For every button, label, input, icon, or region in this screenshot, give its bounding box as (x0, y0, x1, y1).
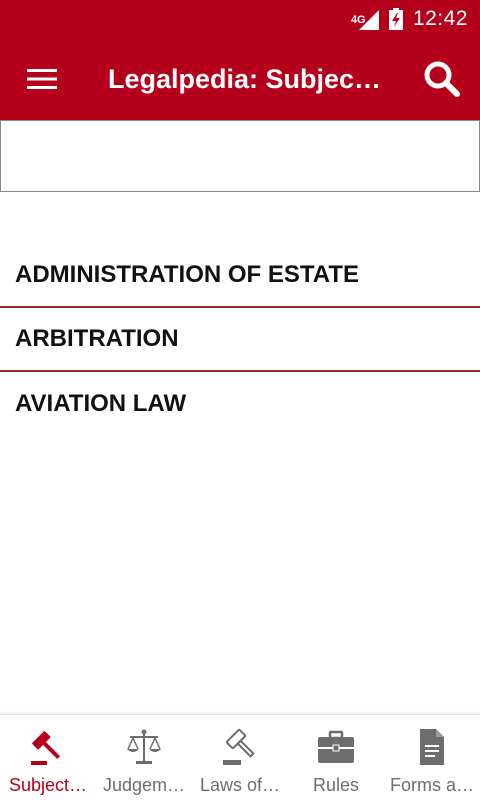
tab-rules[interactable]: Rules (288, 715, 384, 800)
tab-label: Laws of… (199, 775, 281, 795)
scales-icon (124, 727, 164, 767)
tab-label: Rules (312, 775, 360, 795)
menu-button[interactable] (14, 58, 70, 100)
tab-judgements[interactable]: Judgem… (96, 715, 192, 800)
tab-label: Subject… (8, 775, 88, 795)
search-input[interactable] (1, 121, 479, 191)
gavel-icon (220, 727, 260, 767)
search-input-container (0, 120, 480, 192)
screen: 4G 12:42 Legalpedia: Subjec… ADMINISTRAT… (0, 0, 480, 800)
status-bar: 4G 12:42 (0, 0, 480, 38)
search-icon (424, 61, 460, 97)
briefcase-icon (316, 727, 356, 767)
gavel-icon (28, 727, 68, 767)
app-bar: Legalpedia: Subjec… (0, 38, 480, 120)
tab-forms[interactable]: Forms a… (384, 715, 480, 800)
tab-label: Forms a… (389, 775, 474, 795)
search-button[interactable] (418, 56, 466, 102)
tab-label: Judgem… (102, 775, 186, 795)
tab-subjects[interactable]: Subject… (0, 715, 96, 800)
bottom-navigation: Subject… Judgem… Laws of… Rules Forms a… (0, 714, 480, 800)
document-icon (412, 727, 452, 767)
clock: 12:42 (412, 7, 468, 30)
list-item[interactable]: ARBITRATION (0, 308, 480, 372)
list-item[interactable]: ADMINISTRATION OF ESTATE (0, 244, 480, 308)
page-title: Legalpedia: Subjec… (108, 64, 382, 94)
status-icons: 4G 12:42 (351, 0, 468, 38)
signal-icon: 4G (351, 8, 379, 30)
hamburger-menu-icon (27, 69, 57, 89)
tab-laws[interactable]: Laws of… (192, 715, 288, 800)
subject-list: ADMINISTRATION OF ESTATE ARBITRATION AVI… (0, 244, 480, 436)
list-item[interactable]: AVIATION LAW (0, 372, 480, 436)
battery-icon (388, 8, 403, 30)
